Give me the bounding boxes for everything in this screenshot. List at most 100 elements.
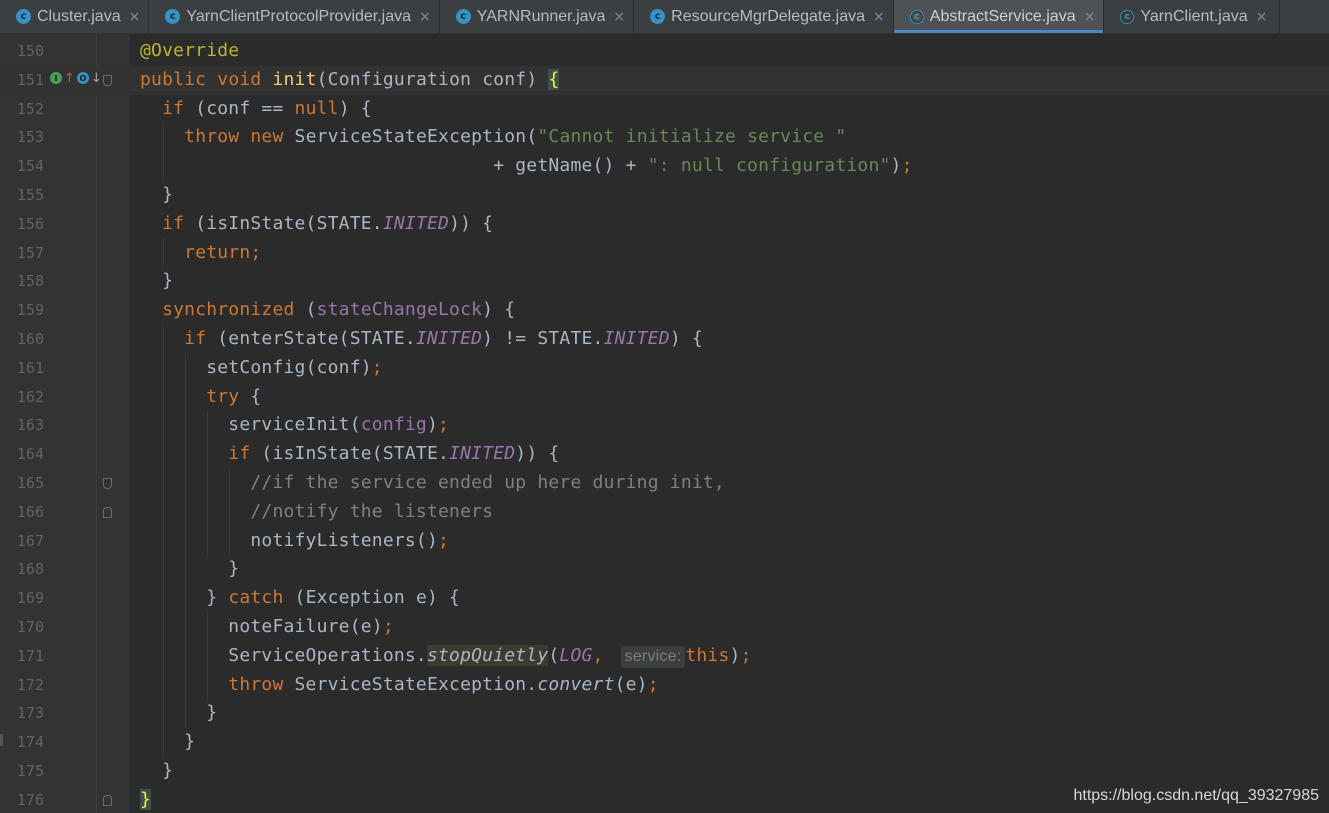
line-number: 160 bbox=[16, 330, 44, 348]
fold-marker-icon[interactable] bbox=[103, 478, 112, 489]
code-text[interactable]: setConfig(conf); bbox=[140, 354, 383, 383]
code-line-153[interactable]: 153 throw new ServiceStateException("Can… bbox=[0, 123, 1329, 152]
code-text[interactable]: } bbox=[140, 699, 217, 728]
code-line-173[interactable]: 173 } bbox=[0, 699, 1329, 728]
code-text[interactable]: } bbox=[140, 728, 195, 757]
fold-marker-icon[interactable] bbox=[103, 74, 112, 86]
tab-label: AbstractService.java bbox=[929, 7, 1076, 25]
code-line-169[interactable]: 169 } catch (Exception e) { bbox=[0, 584, 1329, 613]
line-number: 176 bbox=[16, 790, 44, 809]
tab-cluster-java[interactable]: c Cluster.java × bbox=[0, 0, 150, 33]
close-icon[interactable]: × bbox=[419, 9, 431, 25]
code-text[interactable]: } bbox=[140, 181, 173, 210]
line-number: 169 bbox=[16, 589, 44, 608]
code-text[interactable]: //notify the listeners bbox=[140, 498, 493, 527]
tab-resourcemgrdelegate-java[interactable]: c ResourceMgrDelegate.java × bbox=[634, 0, 894, 33]
code-line-167[interactable]: 167 notifyListeners(); bbox=[0, 527, 1329, 556]
line-number: 170 bbox=[16, 618, 44, 636]
indent-guide bbox=[163, 123, 164, 181]
close-icon[interactable]: × bbox=[1256, 9, 1268, 25]
tab-yarnrunner-java[interactable]: c YARNRunner.java × bbox=[440, 0, 635, 33]
code-line-159[interactable]: 159 synchronized (stateChangeLock) { bbox=[0, 296, 1329, 325]
code-text[interactable]: try { bbox=[140, 383, 261, 412]
implements-icon[interactable]: I bbox=[50, 72, 62, 85]
code-line-154[interactable]: 154 + getName() + ": null configuration"… bbox=[0, 152, 1329, 181]
line-number: 165 bbox=[16, 474, 44, 492]
code-line-161[interactable]: 161 setConfig(conf); bbox=[0, 354, 1329, 383]
close-icon[interactable]: × bbox=[873, 9, 885, 25]
fold-marker-icon[interactable] bbox=[103, 794, 112, 806]
line-number: 161 bbox=[16, 358, 44, 377]
code-text[interactable]: notifyListeners(); bbox=[140, 527, 449, 556]
code-line-156[interactable]: 156 if (isInState(STATE.INITED)) { bbox=[0, 210, 1329, 239]
line-number: 172 bbox=[16, 675, 44, 694]
code-line-151[interactable]: 151 I ↑ O ↓ public void init(Configurati… bbox=[0, 65, 1329, 95]
tab-abstractservice-java[interactable]: c AbstractService.java × bbox=[893, 0, 1105, 33]
tab-label: YarnClientProtocolProvider.java bbox=[186, 7, 412, 25]
code-text[interactable]: throw new ServiceStateException("Cannot … bbox=[140, 123, 846, 152]
code-line-170[interactable]: 170 noteFailure(e); bbox=[0, 613, 1329, 642]
code-text[interactable]: } bbox=[140, 555, 239, 584]
code-line-160[interactable]: 160 if (enterState(STATE.INITED) != STAT… bbox=[0, 325, 1329, 354]
fold-marker-icon[interactable] bbox=[103, 506, 112, 518]
line-number: 157 bbox=[16, 243, 44, 262]
indent-guide bbox=[185, 353, 186, 728]
arrow-up-icon[interactable]: ↑ bbox=[64, 72, 75, 85]
indent-guide bbox=[229, 469, 230, 555]
code-text[interactable]: if (isInState(STATE.INITED)) { bbox=[140, 210, 493, 239]
code-text[interactable]: } bbox=[140, 757, 173, 786]
parameter-hint: service: bbox=[620, 645, 686, 668]
code-line-155[interactable]: 155 } bbox=[0, 181, 1329, 210]
code-line-158[interactable]: 158 } bbox=[0, 267, 1329, 296]
code-text[interactable]: return; bbox=[140, 239, 261, 268]
code-text[interactable]: } bbox=[140, 267, 173, 296]
watermark: https://blog.csdn.net/qq_39327985 bbox=[1073, 787, 1319, 804]
close-icon[interactable]: × bbox=[613, 9, 625, 25]
overrides-icon[interactable]: O bbox=[76, 72, 89, 85]
code-line-165[interactable]: 165 //if the service ended up here durin… bbox=[0, 469, 1329, 498]
code-text[interactable]: public void init(Configuration conf) { bbox=[140, 66, 560, 95]
tab-yarnclientprotocolprovider-java[interactable]: c YarnClientProtocolProvider.java × bbox=[149, 0, 440, 33]
tab-label: Cluster.java bbox=[37, 7, 121, 25]
code-line-175[interactable]: 175 } bbox=[0, 757, 1329, 786]
code-line-162[interactable]: 162 try { bbox=[0, 383, 1329, 412]
code-text[interactable]: serviceInit(config); bbox=[140, 411, 449, 440]
close-icon[interactable]: × bbox=[1084, 9, 1096, 25]
code-line-157[interactable]: 157 return; bbox=[0, 239, 1329, 268]
line-number: 151 bbox=[16, 70, 44, 89]
indent-guide bbox=[207, 613, 208, 699]
line-number: 159 bbox=[16, 301, 44, 320]
code-line-164[interactable]: 164 if (isInState(STATE.INITED)) { bbox=[0, 440, 1329, 469]
abstract-class-icon: c bbox=[1120, 9, 1135, 24]
code-line-172[interactable]: 172 throw ServiceStateException.convert(… bbox=[0, 671, 1329, 700]
code-line-171[interactable]: 171 ServiceOperations.stopQuietly(LOG, s… bbox=[0, 642, 1329, 671]
line-number: 173 bbox=[16, 704, 44, 723]
code-line-150[interactable]: 150 @Override bbox=[0, 37, 1329, 66]
gutter-icons[interactable]: I ↑ O ↓ bbox=[50, 72, 102, 85]
code-text[interactable]: if (isInState(STATE.INITED)) { bbox=[140, 440, 559, 469]
code-text[interactable]: + getName() + ": null configuration"); bbox=[140, 152, 913, 181]
code-line-166[interactable]: 166 //notify the listeners bbox=[0, 498, 1329, 527]
indent-guide bbox=[207, 411, 208, 555]
line-number: 175 bbox=[16, 762, 44, 780]
line-number: 167 bbox=[16, 531, 44, 550]
code-line-152[interactable]: 152 if (conf == null) { bbox=[0, 95, 1329, 124]
code-text[interactable]: synchronized (stateChangeLock) { bbox=[140, 296, 515, 325]
code-text[interactable]: ServiceOperations.stopQuietly(LOG, servi… bbox=[140, 642, 752, 671]
code-line-163[interactable]: 163 serviceInit(config); bbox=[0, 411, 1329, 440]
tab-yarnclient-java[interactable]: c YarnClient.java × bbox=[1104, 0, 1281, 33]
code-text[interactable]: noteFailure(e); bbox=[140, 613, 394, 642]
code-editor[interactable]: 150 @Override 151 I ↑ O ↓ public void in… bbox=[0, 34, 1329, 813]
code-text[interactable]: throw ServiceStateException.convert(e); bbox=[140, 671, 659, 700]
code-text[interactable]: } bbox=[140, 786, 152, 813]
code-text[interactable]: @Override bbox=[140, 37, 239, 66]
code-text[interactable]: } catch (Exception e) { bbox=[140, 584, 460, 613]
code-text[interactable]: if (conf == null) { bbox=[140, 95, 372, 124]
code-text[interactable]: //if the service ended up here during in… bbox=[140, 469, 725, 498]
code-line-174[interactable]: 174 } bbox=[0, 728, 1329, 757]
arrow-down-icon[interactable]: ↓ bbox=[91, 72, 102, 85]
line-number: 163 bbox=[16, 416, 44, 435]
code-line-168[interactable]: 168 } bbox=[0, 555, 1329, 584]
code-text[interactable]: if (enterState(STATE.INITED) != STATE.IN… bbox=[140, 325, 703, 354]
close-icon[interactable]: × bbox=[129, 9, 141, 25]
